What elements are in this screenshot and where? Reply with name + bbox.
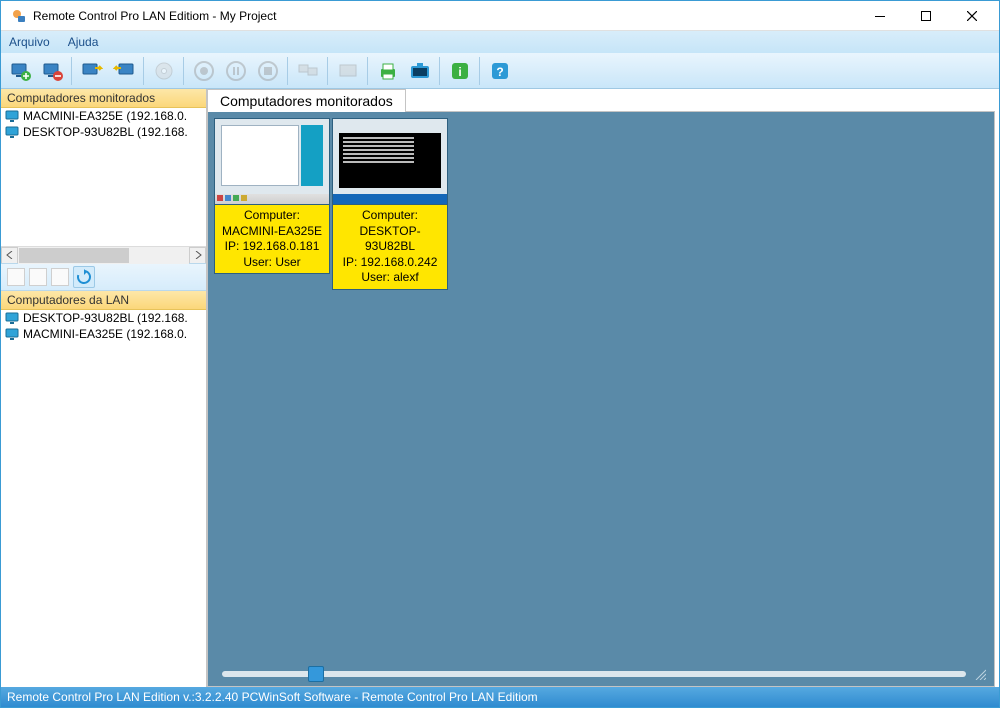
content-area: Computer: MACMINI-EA325E IP: 192.168.0.1…: [207, 111, 995, 687]
tab-monitored[interactable]: Computadores monitorados: [207, 89, 406, 112]
menu-file[interactable]: Arquivo: [9, 35, 50, 49]
view-medium-button[interactable]: [29, 268, 47, 286]
card-computer: Computer: MACMINI-EA325E: [217, 208, 327, 239]
disc-button[interactable]: [149, 56, 179, 86]
card-ip: IP: 192.168.0.181: [217, 239, 327, 255]
svg-text:i: i: [458, 65, 461, 79]
lan-toolbar: [1, 263, 206, 291]
toolbar-separator: [479, 57, 481, 85]
info-button[interactable]: i: [445, 56, 475, 86]
card-label: Computer: DESKTOP-93U82BL IP: 192.168.0.…: [333, 205, 447, 289]
print-button[interactable]: [373, 56, 403, 86]
sidebar: Computadores monitorados MACMINI-EA325E …: [1, 89, 207, 687]
window-title: Remote Control Pro LAN Editiom - My Proj…: [33, 9, 857, 23]
export-button[interactable]: [109, 56, 139, 86]
resize-grip-icon: [974, 668, 986, 680]
close-button[interactable]: [949, 1, 995, 31]
add-computer-button[interactable]: [5, 56, 35, 86]
app-window: Remote Control Pro LAN Editiom - My Proj…: [0, 0, 1000, 708]
zoom-slider[interactable]: [214, 662, 988, 686]
refresh-button[interactable]: [73, 266, 95, 288]
toolbar-separator: [71, 57, 73, 85]
toolbar-separator: [439, 57, 441, 85]
lan-tree[interactable]: DESKTOP-93U82BL (192.168. MACMINI-EA325E…: [1, 310, 206, 687]
screenshot-thumbnail: [215, 119, 329, 205]
tree-item[interactable]: DESKTOP-93U82BL (192.168.: [1, 124, 206, 140]
app-icon: [11, 8, 27, 24]
card-ip: IP: 192.168.0.242: [335, 255, 445, 271]
menu-help[interactable]: Ajuda: [68, 35, 99, 49]
card-label: Computer: MACMINI-EA325E IP: 192.168.0.1…: [215, 205, 329, 273]
pause-button[interactable]: [221, 56, 251, 86]
computer-card[interactable]: Computer: DESKTOP-93U82BL IP: 192.168.0.…: [332, 118, 448, 290]
scroll-left-button[interactable]: [1, 247, 18, 264]
maximize-button[interactable]: [903, 1, 949, 31]
slider-track[interactable]: [222, 671, 966, 677]
tree-item[interactable]: MACMINI-EA325E (192.168.0.: [1, 108, 206, 124]
scroll-thumb[interactable]: [19, 248, 129, 263]
monitor-icon: [5, 311, 19, 325]
svg-text:?: ?: [496, 65, 503, 79]
tree-item[interactable]: MACMINI-EA325E (192.168.0.: [1, 326, 206, 342]
screenshot-button[interactable]: [405, 56, 435, 86]
tree-item-label: DESKTOP-93U82BL (192.168.: [23, 125, 188, 139]
help-button[interactable]: ?: [485, 56, 515, 86]
status-text: Remote Control Pro LAN Edition v.:3.2.2.…: [7, 690, 538, 704]
import-button[interactable]: [77, 56, 107, 86]
main: Computadores monitorados Computer: MACMI…: [207, 89, 999, 687]
tree-item[interactable]: DESKTOP-93U82BL (192.168.: [1, 310, 206, 326]
tree-item-label: MACMINI-EA325E (192.168.0.: [23, 109, 187, 123]
record-button[interactable]: [189, 56, 219, 86]
toolbar: i ?: [1, 53, 999, 89]
view-large-button[interactable]: [7, 268, 25, 286]
horizontal-scrollbar[interactable]: [1, 246, 206, 263]
screenshot-thumbnail: [333, 119, 447, 205]
view-small-button[interactable]: [51, 268, 69, 286]
monitored-header: Computadores monitorados: [1, 89, 206, 108]
toolbar-separator: [143, 57, 145, 85]
monitor-icon: [5, 109, 19, 123]
monitor-icon: [5, 125, 19, 139]
card-user: User: alexf: [335, 270, 445, 286]
scroll-track[interactable]: [18, 247, 189, 264]
toolbar-separator: [327, 57, 329, 85]
titlebar[interactable]: Remote Control Pro LAN Editiom - My Proj…: [1, 1, 999, 31]
screens-button[interactable]: [293, 56, 323, 86]
minimize-button[interactable]: [857, 1, 903, 31]
card-user: User: User: [217, 255, 327, 271]
tab-strip: Computadores monitorados: [207, 89, 999, 111]
tree-item-label: DESKTOP-93U82BL (192.168.: [23, 311, 188, 325]
monitored-tree[interactable]: MACMINI-EA325E (192.168.0. DESKTOP-93U82…: [1, 108, 206, 246]
card-computer: Computer: DESKTOP-93U82BL: [335, 208, 445, 255]
screen-single-button[interactable]: [333, 56, 363, 86]
tree-item-label: MACMINI-EA325E (192.168.0.: [23, 327, 187, 341]
body: Computadores monitorados MACMINI-EA325E …: [1, 89, 999, 687]
computer-card[interactable]: Computer: MACMINI-EA325E IP: 192.168.0.1…: [214, 118, 330, 274]
lan-header: Computadores da LAN: [1, 291, 206, 310]
scroll-right-button[interactable]: [189, 247, 206, 264]
menubar: Arquivo Ajuda: [1, 31, 999, 53]
thumbnail-grid: Computer: MACMINI-EA325E IP: 192.168.0.1…: [214, 118, 988, 290]
statusbar: Remote Control Pro LAN Edition v.:3.2.2.…: [1, 687, 999, 707]
toolbar-separator: [183, 57, 185, 85]
remove-computer-button[interactable]: [37, 56, 67, 86]
toolbar-separator: [367, 57, 369, 85]
monitor-icon: [5, 327, 19, 341]
stop-button[interactable]: [253, 56, 283, 86]
slider-thumb[interactable]: [308, 666, 324, 682]
toolbar-separator: [287, 57, 289, 85]
